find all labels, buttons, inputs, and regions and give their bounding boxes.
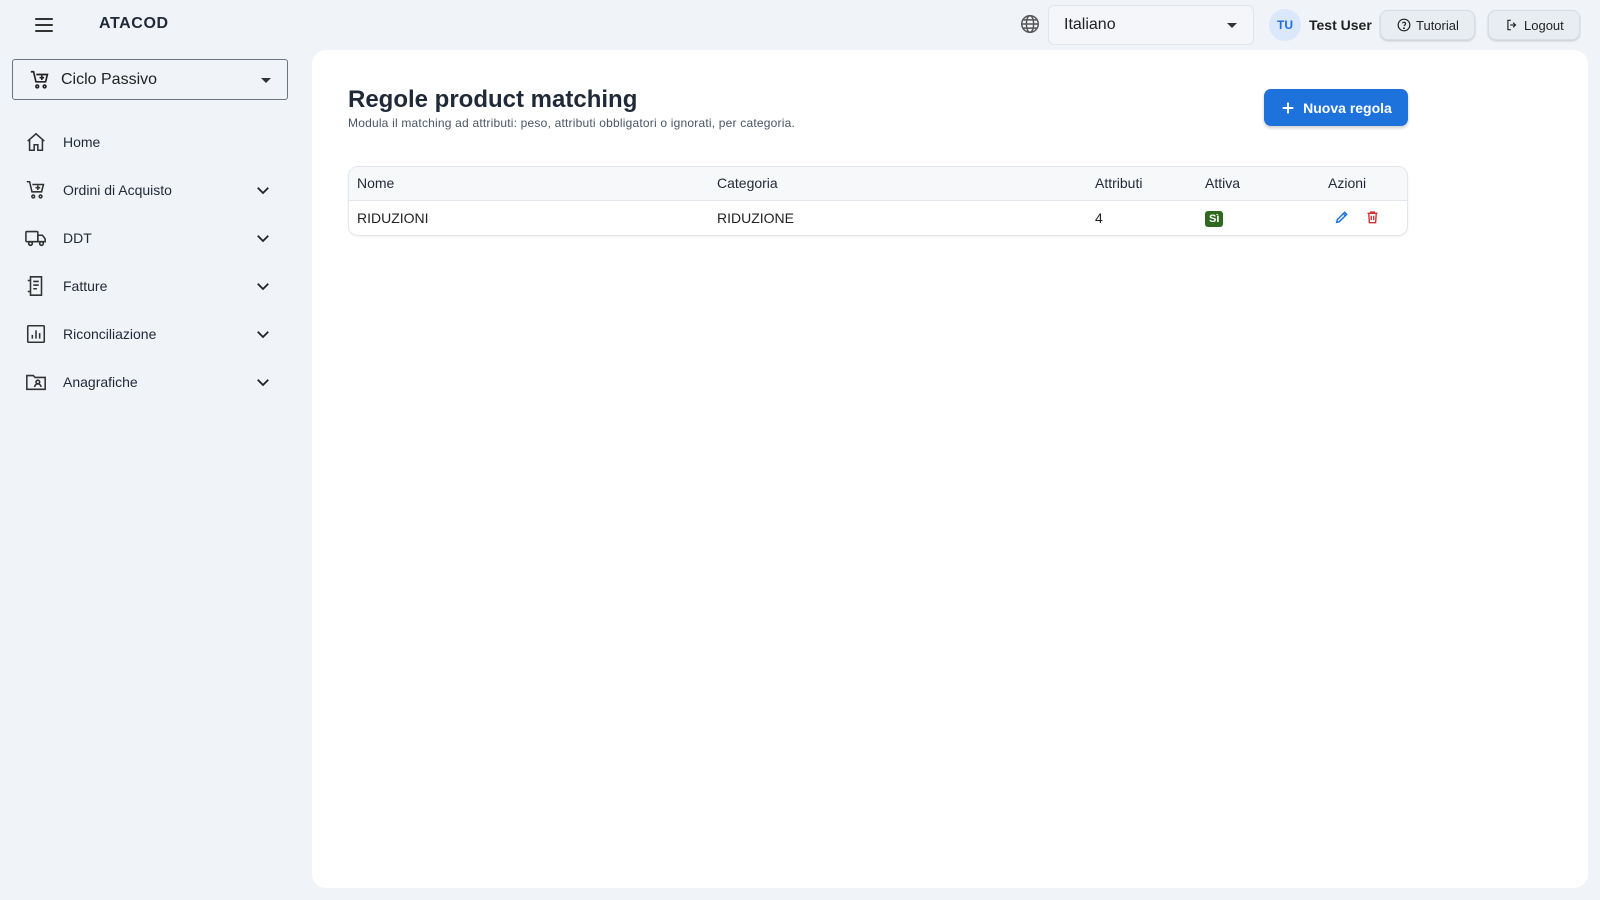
cart-icon [29,69,51,91]
delete-icon[interactable] [1365,209,1382,226]
menu-icon[interactable] [32,14,56,36]
column-header-attributi[interactable]: Attributi [1087,167,1197,200]
table-header-row: Nome Categoria Attributi Attiva Azioni [349,167,1407,200]
sidebar-item-label: Anagrafiche [63,374,138,390]
column-header-azioni: Azioni [1328,175,1367,192]
sidebar-item-ddt[interactable]: DDT [0,214,300,262]
chevron-down-icon[interactable] [254,181,272,199]
chevron-down-icon[interactable] [254,277,272,295]
column-header-nome[interactable]: Nome [349,167,709,200]
language-select[interactable]: Italiano [1048,5,1254,45]
module-select[interactable]: Ciclo Passivo [12,59,288,100]
cart-icon [24,178,48,202]
user-name: Test User [1309,17,1372,33]
sidebar-item-label: Home [63,134,101,150]
module-value: Ciclo Passivo [61,70,158,88]
logout-button[interactable]: Logout [1488,10,1580,40]
sidebar-item-label: DDT [63,230,92,246]
sidebar-item-riconciliazione[interactable]: Riconciliazione [0,310,300,358]
avatar: TU [1269,9,1301,41]
sidebar-item-home[interactable]: Home [0,118,300,166]
sidebar-item-ordini-di-acquisto[interactable]: Ordini di Acquisto [0,166,300,214]
home-icon [24,130,48,154]
new-rule-label: Nuova regola [1303,99,1392,116]
tutorial-label: Tutorial [1416,17,1459,33]
column-header-attiva[interactable]: Attiva [1197,167,1320,200]
cell-attributi: 4 [1095,209,1103,226]
table-row[interactable]: RIDUZIONI RIDUZIONE 4 Sì [349,200,1407,235]
cell-categoria: RIDUZIONE [717,209,794,226]
chevron-down-icon[interactable] [254,373,272,391]
tutorial-button[interactable]: Tutorial [1380,10,1475,40]
dropdown-caret-icon [261,78,271,83]
plus-icon [1280,100,1296,116]
chevron-down-icon[interactable] [254,325,272,343]
analytics-icon [24,322,48,346]
page-title: Regole product matching [348,86,638,113]
app-brand: ATACOD [99,15,169,32]
edit-icon[interactable] [1334,209,1351,226]
new-rule-button[interactable]: Nuova regola [1264,89,1408,126]
active-badge: Sì [1205,210,1224,227]
page-subtitle: Modula il matching ad attributi: peso, a… [348,116,795,130]
logout-label: Logout [1524,17,1564,33]
globe-icon [1019,13,1041,35]
sidebar-nav: Home Ordini di Acquisto DDT Fatture Rico… [0,118,300,406]
top-bar: ATACOD Italiano TU Test User Tutorial Lo… [0,0,1600,50]
cell-azioni [1320,200,1407,235]
main-panel: Regole product matching Modula il matchi… [312,50,1588,888]
sidebar-item-fatture[interactable]: Fatture [0,262,300,310]
sidebar-item-label: Fatture [63,278,108,294]
cell-attiva: Sì [1197,200,1320,235]
sidebar-item-anagrafiche[interactable]: Anagrafiche [0,358,300,406]
column-header-categoria[interactable]: Categoria [709,167,1087,200]
sidebar-item-label: Riconciliazione [63,326,157,342]
cell-nome: RIDUZIONI [357,209,429,226]
truck-icon [24,226,48,250]
chevron-down-icon[interactable] [254,229,272,247]
language-value: Italiano [1064,16,1116,33]
dropdown-caret-icon [1227,23,1237,28]
folder-user-icon [24,370,48,394]
logout-icon [1505,18,1519,32]
receipt-icon [24,274,48,298]
help-icon [1397,18,1411,32]
rules-table: Nome Categoria Attributi Attiva Azioni R… [348,166,1408,236]
sidebar-item-label: Ordini di Acquisto [63,182,172,198]
